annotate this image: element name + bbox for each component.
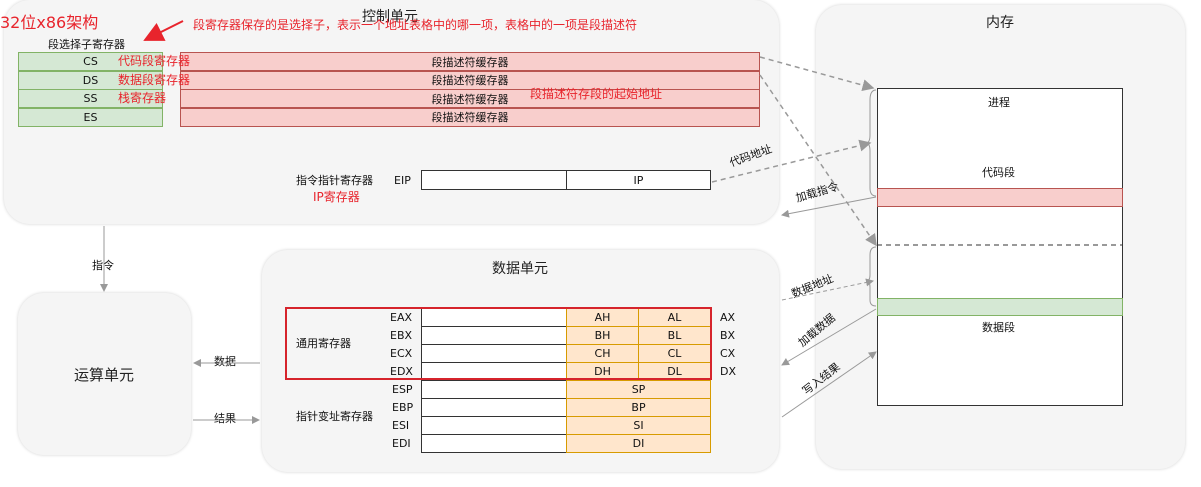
connector-layer (100, 20, 1123, 424)
load-instruction-arrow (781, 196, 877, 218)
code-segment-brace (865, 89, 877, 197)
write-result-arrow (781, 351, 877, 418)
data-segment-brace (865, 246, 877, 307)
load-data-arrow (781, 308, 877, 366)
cs-descriptor-arrow (759, 56, 875, 92)
code-address-arrow (711, 139, 872, 183)
data-address-arrow (781, 278, 874, 301)
annotation-arrow (143, 20, 184, 41)
ds-descriptor-arrow (759, 74, 877, 247)
